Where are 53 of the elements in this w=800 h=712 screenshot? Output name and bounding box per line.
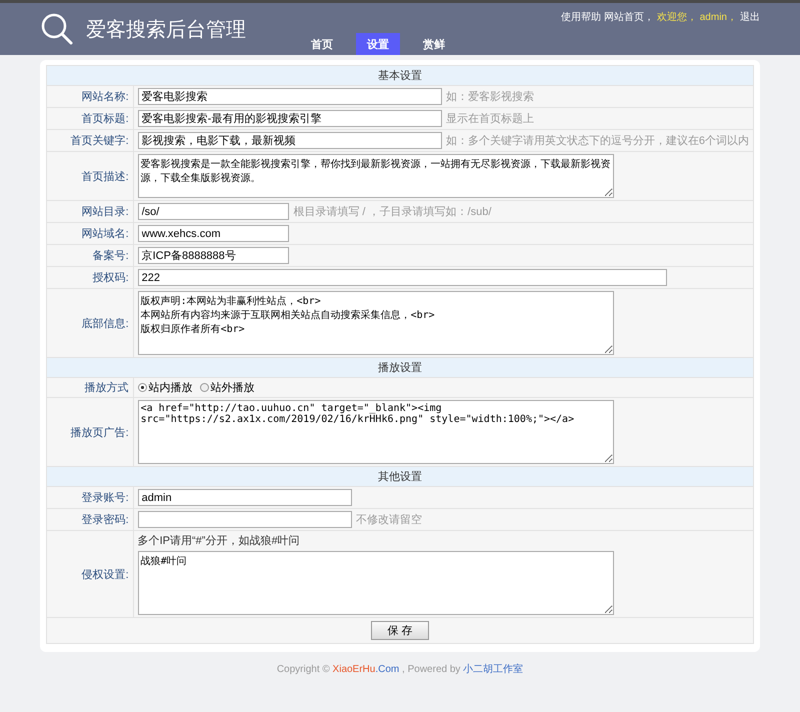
top-link[interactable]: 欢迎您，	[656, 10, 697, 24]
top-link[interactable]: admin，	[700, 10, 737, 24]
save-button[interactable]: 保 存	[371, 621, 429, 640]
app-title: 爱客搜索后台管理	[86, 18, 246, 42]
radio-option[interactable]: 站内播放	[138, 380, 193, 395]
field-label: 播放方式	[46, 378, 134, 398]
field-hint: 不修改请留空	[356, 512, 422, 527]
password-field[interactable]	[138, 511, 352, 528]
field-label: 备案号:	[46, 244, 134, 266]
search-icon	[40, 12, 74, 46]
studio-link[interactable]: 小二胡工作室	[463, 664, 524, 675]
text-field[interactable]: /so/	[138, 203, 290, 220]
footer-text: Copyright ©	[276, 664, 331, 675]
nav-tab[interactable]: 赏鲜	[412, 33, 456, 55]
radio-icon[interactable]	[200, 383, 209, 392]
field-label: 网站名称:	[46, 86, 134, 108]
radio-icon[interactable]	[138, 383, 147, 392]
text-field[interactable]: 京ICP备8888888号	[138, 247, 290, 264]
field-label: 网站域名:	[46, 222, 134, 244]
field-label: 首页描述:	[46, 152, 134, 200]
site-link[interactable]: XiaoErHu.Com	[332, 664, 400, 675]
text-field[interactable]: admin	[138, 489, 352, 506]
field-note: 多个IP请用“#”分开，如战狼#叶问	[138, 534, 301, 548]
text-field[interactable]: 影视搜索，电影下载，最新视频	[138, 132, 442, 149]
field-hint: 根目录请填写 / ，子目录请填写如：/sub/	[293, 205, 492, 219]
field-label: 首页标题:	[46, 108, 134, 130]
field-hint: 显示在首页标题上	[446, 112, 534, 126]
field-label: 侵权设置:	[46, 530, 134, 618]
nav-tab[interactable]: 首页	[300, 33, 344, 55]
text-area[interactable]: 版权声明:本网站为非赢利性站点，<br> 本网站所有内容均来源于互联网相关站点自动搜索采集信息，<br> 版权归原作者所有<br>	[138, 291, 614, 355]
field-label: 网站目录:	[46, 200, 134, 222]
radio-option[interactable]: 站外播放	[200, 380, 255, 395]
nav-tab[interactable]: 设置	[356, 33, 400, 55]
footer-text: , Powered by	[401, 664, 462, 675]
field-hint: 如：爱客影视搜索	[446, 90, 534, 104]
field-label: 授权码:	[46, 266, 134, 288]
text-area[interactable]: 爱客影视搜索是一款全能影视搜索引擎，帮你找到最新影视资源，一站拥有无尽影视资源，下载最新影视资源，下载全集版影视资源。	[138, 154, 614, 198]
section-header: 播放设置	[46, 358, 754, 378]
text-area[interactable]: 战狼#叶问	[138, 551, 614, 615]
text-field[interactable]: 爱客电影搜索	[138, 88, 442, 105]
text-field[interactable]: 爱客电影搜索-最有用的影视搜索引擎	[138, 110, 442, 127]
top-link[interactable]: 退出	[740, 10, 760, 24]
field-label: 登录账号:	[46, 486, 134, 508]
top-link[interactable]: 使用帮助	[560, 10, 601, 24]
top-link[interactable]: 网站首页，	[604, 10, 654, 24]
field-label: 首页关键字:	[46, 130, 134, 152]
field-label: 登录密码:	[46, 508, 134, 530]
text-field[interactable]: 222	[138, 269, 667, 286]
text-field[interactable]: www.xehcs.com	[138, 225, 290, 242]
section-header: 基本设置	[46, 66, 754, 86]
field-hint: 如：多个关键字请用英文状态下的逗号分开，建议在6个词以内	[446, 134, 749, 148]
section-header: 其他设置	[46, 466, 754, 486]
text-area[interactable]: <a href="http://tao.uuhuo.cn" target="_blank"><img src="https://s2.ax1x.com/2019/02/16/krHHk6.png" style="width:100%;"></a>	[138, 400, 614, 464]
